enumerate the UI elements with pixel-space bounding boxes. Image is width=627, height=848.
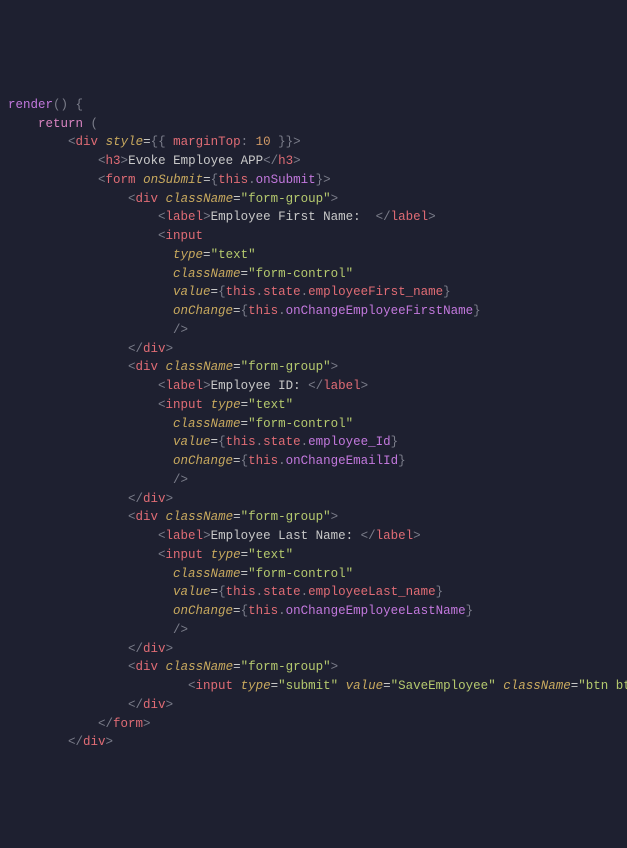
code-line: className="form-control" <box>8 267 353 281</box>
code-line: <input type="submit" value="SaveEmployee… <box>8 679 627 693</box>
code-line: <input type="text" <box>8 548 293 562</box>
code-line: <div className="form-group"> <box>8 192 338 206</box>
label-lastname: Employee Last Name: <box>211 529 361 543</box>
code-line: onChange={this.onChangeEmployeeLastName} <box>8 604 473 618</box>
code-line: value={this.state.employeeFirst_name} <box>8 285 451 299</box>
code-line: </form> <box>8 717 151 731</box>
code-line: <input <box>8 229 203 243</box>
code-line: <label>Employee ID: </label> <box>8 379 368 393</box>
h3-content: Evoke Employee APP <box>128 154 263 168</box>
code-line: </div> <box>8 698 173 712</box>
code-line: <label>Employee First Name: </label> <box>8 210 436 224</box>
code-line: onChange={this.onChangeEmailId} <box>8 454 406 468</box>
code-line: <div className="form-group"> <box>8 360 338 374</box>
code-line: className="form-control" <box>8 417 353 431</box>
code-line: value={this.state.employee_Id} <box>8 435 398 449</box>
code-line: /> <box>8 323 188 337</box>
code-line: <h3>Evoke Employee APP</h3> <box>8 154 301 168</box>
label-id: Employee ID: <box>211 379 309 393</box>
code-editor: render() { return ( <div style={{ margin… <box>0 75 627 754</box>
code-line: <form onSubmit={this.onSubmit}> <box>8 173 331 187</box>
code-line: </div> <box>8 642 173 656</box>
code-line: <div className="form-group"> <box>8 660 338 674</box>
code-line: <div className="form-group"> <box>8 510 338 524</box>
label-firstname: Employee First Name: <box>211 210 376 224</box>
code-line: value={this.state.employeeLast_name} <box>8 585 443 599</box>
code-line: render() { <box>8 98 83 112</box>
code-line: className="form-control" <box>8 567 353 581</box>
code-line: /> <box>8 473 188 487</box>
code-line: <input type="text" <box>8 398 293 412</box>
code-line: /> <box>8 623 188 637</box>
code-line: return ( <box>8 117 98 131</box>
code-line: <label>Employee Last Name: </label> <box>8 529 421 543</box>
code-line: onChange={this.onChangeEmployeeFirstName… <box>8 304 481 318</box>
code-line: <div style={{ marginTop: 10 }}> <box>8 135 301 149</box>
code-line: </div> <box>8 492 173 506</box>
code-line: </div> <box>8 735 113 749</box>
keyword-return: return <box>38 117 83 131</box>
method-name: render <box>8 98 53 112</box>
code-line: </div> <box>8 342 173 356</box>
code-line: type="text" <box>8 248 256 262</box>
